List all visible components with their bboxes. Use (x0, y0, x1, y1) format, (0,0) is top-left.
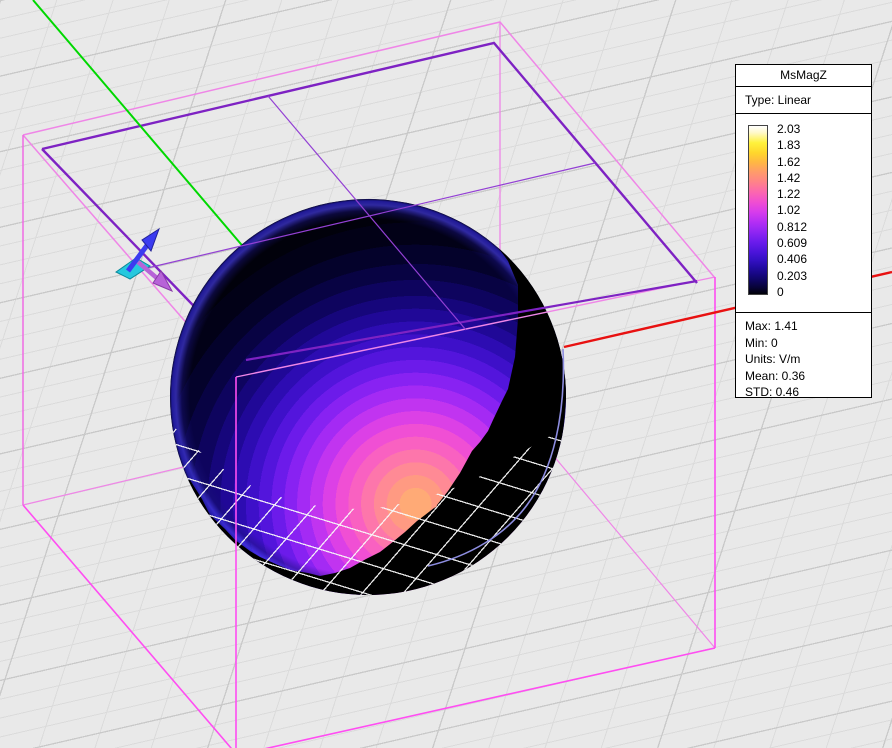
port-arrow-violet-head-icon (152, 270, 174, 293)
scale-label: 1.22 (777, 187, 801, 202)
stat-units: Units: V/m (745, 352, 801, 366)
sphere-silhouette-edge-arc (427, 348, 565, 567)
legend-color-scale: 2.03 1.83 1.62 1.42 1.22 1.02 0.812 0.60… (736, 114, 871, 313)
bounding-box-front-edges[interactable] (235, 276, 716, 748)
scale-label: 2.03 (777, 122, 801, 136)
field-plot-legend-panel[interactable]: MsMagZ Type: Linear 2.03 1.83 1.62 1.42 … (735, 64, 872, 401)
port-excitation-vectors[interactable] (115, 227, 174, 293)
scale-label: 1.02 (777, 203, 801, 218)
colorbar-gradient (748, 125, 768, 295)
scale-label: 1.62 (777, 154, 801, 169)
legend-field-name: MsMagZ (736, 65, 871, 87)
legend-statistics: Max: 1.41 Min: 0 Units: V/m Mean: 0.36 S… (736, 313, 871, 401)
scale-label: 0.812 (777, 219, 808, 234)
stat-min: Min: 0 (745, 335, 778, 350)
scale-label: 0.203 (777, 268, 808, 283)
stat-mean: Mean: 0.36 (745, 368, 806, 383)
scale-label: 1.83 (777, 138, 801, 153)
stat-max: Max: 1.41 (745, 319, 798, 333)
3d-modeler-viewport[interactable]: MsMagZ Type: Linear 2.03 1.83 1.62 1.42 … (0, 0, 892, 748)
scale-label: 0 (777, 284, 784, 299)
scale-label: 1.42 (777, 170, 801, 185)
scale-label: 0.609 (777, 236, 808, 251)
stat-std: STD: 0.46 (745, 385, 800, 399)
legend-scale-type: Type: Linear (736, 87, 871, 114)
substrate-front-edges[interactable] (142, 95, 698, 362)
colorbar-tick-labels: 2.03 1.83 1.62 1.42 1.22 1.02 0.812 0.60… (777, 123, 807, 299)
scale-label: 0.406 (777, 252, 808, 267)
